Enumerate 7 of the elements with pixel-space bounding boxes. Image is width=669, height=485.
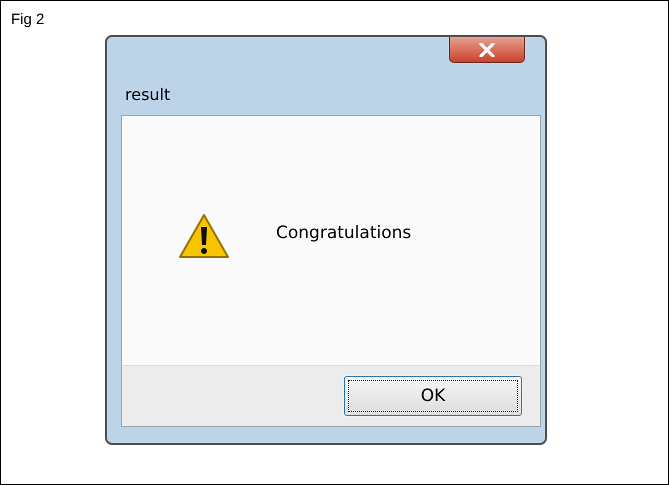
- close-icon[interactable]: [479, 42, 495, 56]
- figure-caption: Fig 2: [11, 11, 44, 28]
- ok-button[interactable]: OK: [344, 376, 522, 416]
- message-text: Congratulations: [276, 222, 412, 242]
- close-button[interactable]: [449, 37, 525, 63]
- window-title: result: [125, 85, 170, 104]
- warning-icon: [178, 212, 230, 260]
